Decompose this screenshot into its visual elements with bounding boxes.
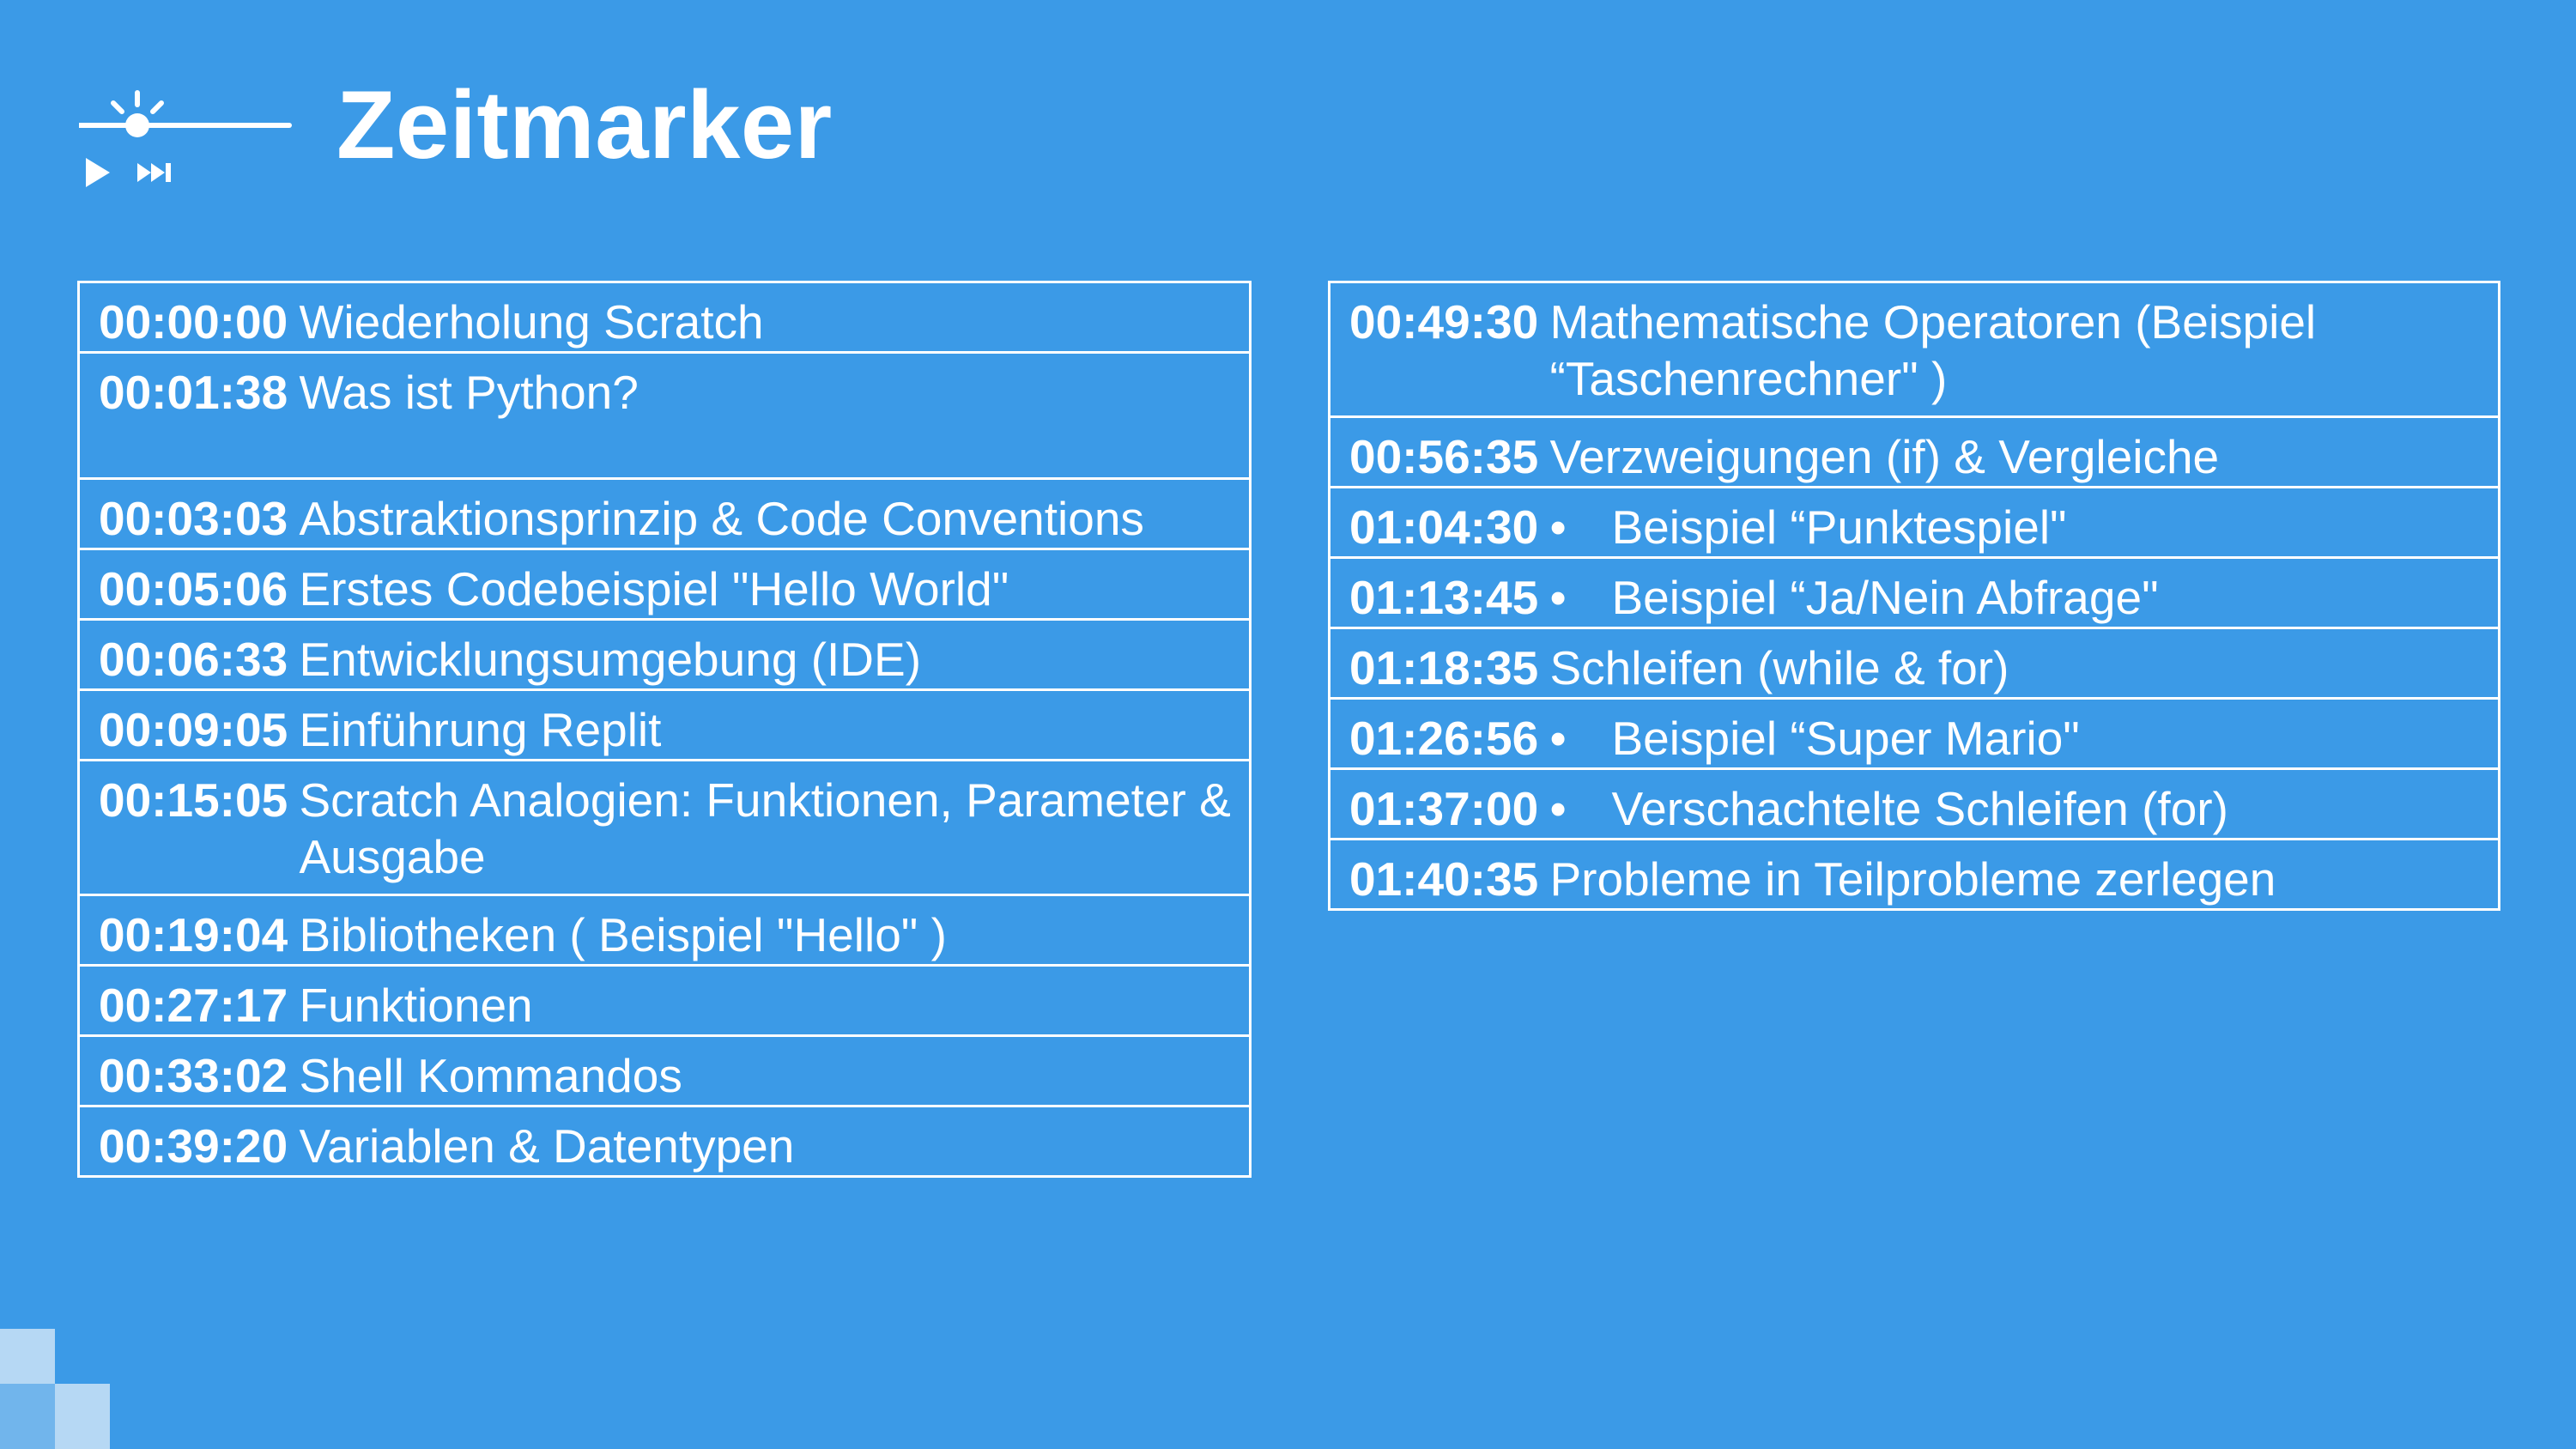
topic-label: Variablen & Datentypen [298,1105,1251,1178]
table-row: 01:26:56 • Beispiel “Super Mario" [1329,697,2500,770]
timestamp: 00:01:38 [78,351,299,480]
bullet: • [1549,571,1567,624]
timestamp: 01:37:00 [1329,767,1549,840]
corner-decoration [0,1329,120,1449]
timemark-table-left: 00:00:00 Wiederholung Scratch 00:01:38 W… [77,281,1252,1178]
table-row: 01:04:30 • Beispiel “Punktespiel" [1329,486,2500,559]
timestamp: 01:04:30 [1329,486,1549,559]
table-row: 00:39:20 Variablen & Datentypen [78,1105,1251,1178]
timestamp: 00:33:02 [78,1034,299,1107]
table-row: 00:06:33 Entwicklungsumgebung (IDE) [78,618,1251,691]
table-row: 00:01:38 Was ist Python? [78,351,1251,480]
table-row: 00:03:03 Abstraktionsprinzip & Code Conv… [78,477,1251,550]
table-row: 01:13:45 • Beispiel “Ja/Nein Abfrage" [1329,556,2500,629]
topic-label: • Beispiel “Super Mario" [1549,697,2500,770]
topic-label: Schleifen (while & for) [1549,627,2500,700]
topic-label: Abstraktionsprinzip & Code Conventions [298,477,1251,550]
table-row: 01:37:00 • Verschachtelte Schleifen (for) [1329,767,2500,840]
table-row: 00:15:05 Scratch Analogien: Funktionen, … [78,759,1251,896]
topic-label: • Verschachtelte Schleifen (for) [1549,767,2500,840]
timestamp: 01:13:45 [1329,556,1549,629]
timestamp: 01:18:35 [1329,627,1549,700]
bullet: • [1549,712,1567,765]
timemark-table-right: 00:49:30 Mathematische Operatoren (Beisp… [1328,281,2500,911]
table-row: 00:05:06 Erstes Codebeispiel "Hello Worl… [78,548,1251,621]
topic-label: • Beispiel “Ja/Nein Abfrage" [1549,556,2500,629]
table-row: 00:56:35 Verzweigungen (if) & Vergleiche [1329,415,2500,488]
timestamp: 00:56:35 [1329,415,1549,488]
timestamp: 01:26:56 [1329,697,1549,770]
topic-label: Scratch Analogien: Funktionen, Parameter… [298,759,1251,896]
timestamp: 00:00:00 [78,281,299,354]
topic-label: • Beispiel “Punktespiel" [1549,486,2500,559]
topic-label: Probleme in Teilprobleme zerlegen [1549,838,2500,911]
table-row: 00:09:05 Einführung Replit [78,688,1251,761]
timestamp: 00:27:17 [78,964,299,1037]
table-row: 00:27:17 Funktionen [78,964,1251,1037]
page-title: Zeitmarker [336,71,833,179]
topic-label: Wiederholung Scratch [298,281,1251,354]
timestamp: 00:05:06 [78,548,299,621]
timestamp: 00:06:33 [78,618,299,691]
topic-label: Shell Kommandos [298,1034,1251,1107]
timeline-play-icon [79,90,292,187]
timestamp: 00:09:05 [78,688,299,761]
decor-square [55,1384,110,1449]
bullet: • [1549,500,1567,554]
subtopic-label: Beispiel “Punktespiel" [1611,500,2067,554]
topic-label: Bibliotheken ( Beispiel "Hello" ) [298,894,1251,967]
topic-label: Mathematische Operatoren (Beispiel “Tasc… [1549,281,2500,418]
timestamp: 00:49:30 [1329,281,1549,418]
table-row: 00:49:30 Mathematische Operatoren (Beisp… [1329,281,2500,418]
topic-label: Funktionen [298,964,1251,1037]
topic-label: Entwicklungsumgebung (IDE) [298,618,1251,691]
table-row: 00:00:00 Wiederholung Scratch [78,281,1251,354]
topic-label: Verzweigungen (if) & Vergleiche [1549,415,2500,488]
table-row: 00:19:04 Bibliotheken ( Beispiel "Hello"… [78,894,1251,967]
topic-label: Einführung Replit [298,688,1251,761]
timestamp: 01:40:35 [1329,838,1549,911]
timestamp: 00:19:04 [78,894,299,967]
decor-square [0,1384,55,1449]
subtopic-label: Beispiel “Super Mario" [1611,712,2080,765]
timestamp: 00:15:05 [78,759,299,896]
timestamp: 00:39:20 [78,1105,299,1178]
subtopic-label: Beispiel “Ja/Nein Abfrage" [1611,571,2159,624]
topic-label: Erstes Codebeispiel "Hello World" [298,548,1251,621]
subtopic-label: Verschachtelte Schleifen (for) [1611,782,2228,835]
timestamp: 00:03:03 [78,477,299,550]
decor-square [0,1329,55,1384]
topic-label: Was ist Python? [298,351,1251,480]
table-row: 01:40:35 Probleme in Teilprobleme zerleg… [1329,838,2500,911]
table-row: 00:33:02 Shell Kommandos [78,1034,1251,1107]
table-row: 01:18:35 Schleifen (while & for) [1329,627,2500,700]
bullet: • [1549,782,1567,835]
